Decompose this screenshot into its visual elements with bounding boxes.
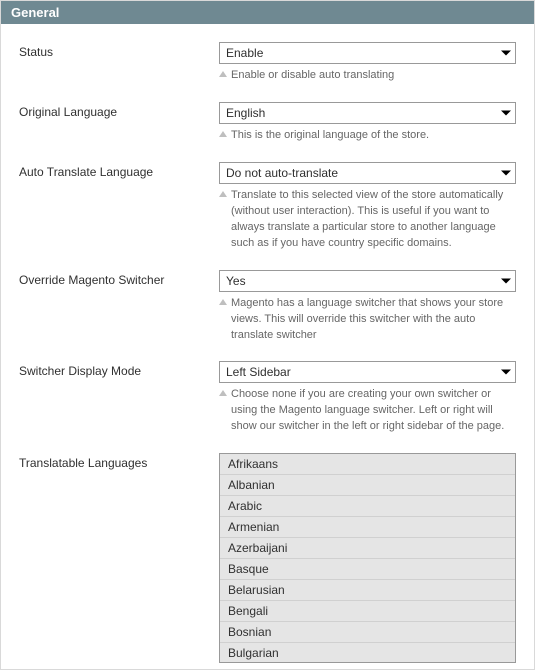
status-control: Enable Enable or disable auto translatin… [219,42,516,84]
status-hint: Enable or disable auto translating [219,68,516,84]
override-switcher-control: Yes Magento has a language switcher that… [219,270,516,344]
hint-triangle-icon [219,131,227,137]
panel-body: Status Enable Enable or disable auto tra… [1,24,534,669]
switcher-display-mode-select[interactable]: Left Sidebar [219,361,516,383]
chevron-down-icon [501,110,511,115]
switcher-display-mode-select-value: Left Sidebar [226,365,291,379]
original-language-hint-text: This is the original language of the sto… [231,128,429,144]
override-switcher-label: Override Magento Switcher [19,270,219,287]
chevron-down-icon [501,51,511,56]
original-language-hint: This is the original language of the sto… [219,128,516,144]
language-option[interactable]: Basque [220,559,515,580]
language-option[interactable]: Afrikaans [220,454,515,475]
switcher-display-mode-control: Left Sidebar Choose none if you are crea… [219,361,516,435]
auto-translate-language-control: Do not auto-translate Translate to this … [219,162,516,252]
language-option[interactable]: Albanian [220,475,515,496]
language-option[interactable]: Bulgarian [220,643,515,663]
field-status: Status Enable Enable or disable auto tra… [19,42,516,84]
original-language-label: Original Language [19,102,219,119]
language-option[interactable]: Belarusian [220,580,515,601]
field-translatable-languages: Translatable Languages AfrikaansAlbanian… [19,453,516,663]
hint-triangle-icon [219,390,227,396]
field-auto-translate-language: Auto Translate Language Do not auto-tran… [19,162,516,252]
original-language-control: English This is the original language of… [219,102,516,144]
auto-translate-language-hint: Translate to this selected view of the s… [219,188,516,252]
field-original-language: Original Language English This is the or… [19,102,516,144]
panel-title: General [1,1,534,24]
general-panel: General Status Enable Enable or disable … [0,0,535,670]
hint-triangle-icon [219,299,227,305]
translatable-languages-multiselect[interactable]: AfrikaansAlbanianArabicArmenianAzerbaija… [219,453,516,663]
override-switcher-hint-text: Magento has a language switcher that sho… [231,296,516,344]
override-switcher-select[interactable]: Yes [219,270,516,292]
status-hint-text: Enable or disable auto translating [231,68,394,84]
auto-translate-language-select[interactable]: Do not auto-translate [219,162,516,184]
chevron-down-icon [501,370,511,375]
hint-triangle-icon [219,71,227,77]
override-switcher-select-value: Yes [226,274,246,288]
status-select-value: Enable [226,46,263,60]
switcher-display-mode-hint-text: Choose none if you are creating your own… [231,387,516,435]
language-option[interactable]: Bosnian [220,622,515,643]
language-option[interactable]: Azerbaijani [220,538,515,559]
translatable-languages-label: Translatable Languages [19,453,219,470]
original-language-select[interactable]: English [219,102,516,124]
auto-translate-language-hint-text: Translate to this selected view of the s… [231,188,516,252]
language-option[interactable]: Arabic [220,496,515,517]
field-override-switcher: Override Magento Switcher Yes Magento ha… [19,270,516,344]
auto-translate-language-select-value: Do not auto-translate [226,166,338,180]
hint-triangle-icon [219,191,227,197]
switcher-display-mode-hint: Choose none if you are creating your own… [219,387,516,435]
language-option[interactable]: Armenian [220,517,515,538]
translatable-languages-control: AfrikaansAlbanianArabicArmenianAzerbaija… [219,453,516,663]
override-switcher-hint: Magento has a language switcher that sho… [219,296,516,344]
switcher-display-mode-label: Switcher Display Mode [19,361,219,378]
auto-translate-language-label: Auto Translate Language [19,162,219,179]
original-language-select-value: English [226,106,265,120]
chevron-down-icon [501,170,511,175]
status-label: Status [19,42,219,59]
field-switcher-display-mode: Switcher Display Mode Left Sidebar Choos… [19,361,516,435]
chevron-down-icon [501,278,511,283]
language-option[interactable]: Bengali [220,601,515,622]
status-select[interactable]: Enable [219,42,516,64]
